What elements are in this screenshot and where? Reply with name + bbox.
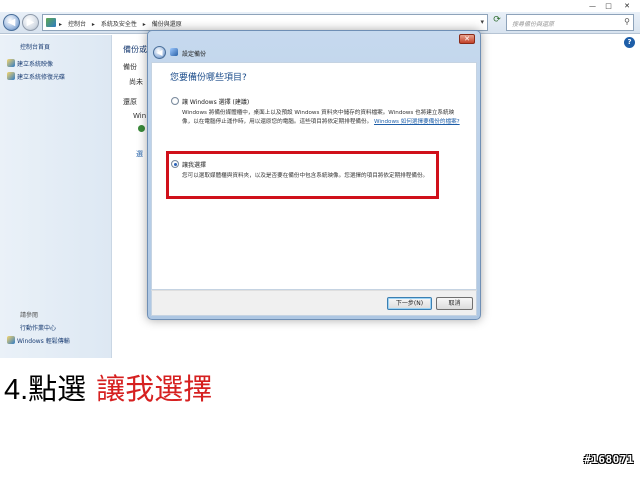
sidebar-item-home[interactable]: 控制台首頁 bbox=[20, 42, 50, 51]
see-also-heading: 請參閱 bbox=[20, 312, 39, 319]
restore-windows-text: Win bbox=[133, 112, 147, 120]
close-window-button[interactable]: ✕ bbox=[617, 1, 637, 12]
back-button[interactable]: ◀ bbox=[3, 14, 20, 31]
sidebar-item-label: 建立系統修復光碟 bbox=[17, 74, 66, 81]
radio-let-windows-choose[interactable] bbox=[171, 97, 179, 105]
backup-status: 尚未 bbox=[129, 78, 143, 86]
refresh-icon[interactable]: ⟳ bbox=[490, 15, 504, 30]
dialog-back-button[interactable]: ◀ bbox=[153, 46, 166, 59]
minimize-button[interactable]: — bbox=[585, 1, 600, 12]
search-placeholder: 搜尋備份與還原 bbox=[512, 21, 555, 28]
sidebar-item-action-center[interactable]: 行動作業中心 bbox=[20, 323, 56, 332]
sidebar-item-label: 控制台首頁 bbox=[20, 44, 51, 51]
step-caption: 4.點選 讓我選擇 bbox=[4, 366, 212, 408]
shield-icon bbox=[138, 125, 145, 132]
sidebar-item-label: 建立系統映像 bbox=[17, 61, 54, 68]
cancel-button[interactable]: 取消 bbox=[436, 297, 473, 310]
help-icon[interactable]: ? bbox=[624, 37, 635, 48]
dialog-question: 您要備份哪些項目? bbox=[170, 73, 247, 83]
breadcrumb-sep: ▸ bbox=[59, 21, 63, 28]
next-button[interactable]: 下一步(N) bbox=[387, 297, 432, 310]
backup-label: 備份 bbox=[123, 63, 137, 71]
breadcrumb-item[interactable]: 備份與還原 bbox=[152, 21, 182, 28]
option-let-windows-choose-desc: Windows 將備份媒體櫃中，桌面上以及預設 Windows 資料夾中儲存的資… bbox=[182, 109, 462, 126]
backup-icon bbox=[170, 48, 178, 56]
dialog-title: 設定備份 bbox=[182, 51, 207, 58]
breadcrumb-sep: ▸ bbox=[91, 21, 95, 28]
transfer-icon bbox=[7, 336, 15, 344]
shield-icon bbox=[7, 72, 15, 80]
restore-label: 還原 bbox=[123, 98, 137, 106]
search-icon[interactable]: ⚲ bbox=[624, 17, 630, 26]
control-panel-icon bbox=[46, 18, 56, 27]
watermark: #168071 bbox=[584, 453, 634, 466]
sidebar: 控制台首頁 建立系統映像 建立系統修復光碟 請參閱 行動作業中心 Windows… bbox=[0, 35, 112, 358]
sidebar-item-label: Windows 輕鬆傳輸 bbox=[17, 338, 70, 345]
main-title: 備份或 bbox=[123, 45, 147, 54]
breadcrumb-item[interactable]: 系統及安全性 bbox=[101, 21, 137, 28]
sidebar-item-label: 行動作業中心 bbox=[20, 325, 57, 332]
shield-icon bbox=[7, 59, 15, 67]
dialog-close-button[interactable]: ✕ bbox=[459, 34, 475, 44]
step-number: 4.點選 bbox=[4, 374, 87, 406]
forward-button[interactable]: ▶ bbox=[22, 14, 39, 31]
step-highlight-text: 讓我選擇 bbox=[96, 372, 213, 406]
annotation-highlight-box bbox=[166, 151, 439, 199]
screenshot-area: — □ ✕ ◀ ▶ ▸ 控制台 ▸ 系統及安全性 ▸ 備份與還原 ▾ ⟳ 搜尋備… bbox=[0, 0, 640, 358]
how-windows-chooses-link[interactable]: Windows 如何選擇要備份的檔案? bbox=[374, 119, 460, 125]
breadcrumb[interactable]: ▸ 控制台 ▸ 系統及安全性 ▸ 備份與還原 ▾ bbox=[42, 14, 488, 31]
option-let-windows-choose-label[interactable]: 讓 Windows 選擇 (建議) bbox=[182, 97, 249, 106]
sidebar-item-repair-disc[interactable]: 建立系統修復光碟 bbox=[7, 72, 65, 81]
breadcrumb-sep: ▸ bbox=[142, 21, 146, 28]
breadcrumb-item[interactable]: 控制台 bbox=[68, 21, 86, 28]
sidebar-item-system-image[interactable]: 建立系統映像 bbox=[7, 59, 53, 68]
search-input[interactable]: 搜尋備份與還原 ⚲ bbox=[506, 14, 634, 31]
sidebar-item-easy-transfer[interactable]: Windows 輕鬆傳輸 bbox=[7, 336, 70, 345]
chevron-down-icon[interactable]: ▾ bbox=[480, 18, 484, 26]
select-link[interactable]: 選 bbox=[136, 149, 143, 159]
maximize-button[interactable]: □ bbox=[601, 1, 616, 12]
